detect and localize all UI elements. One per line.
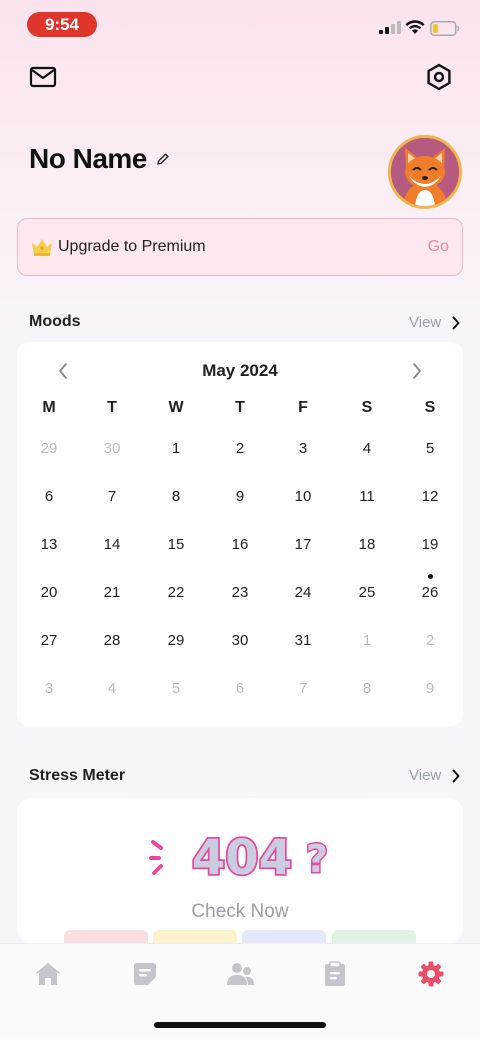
- calendar-day[interactable]: 13: [29, 536, 69, 553]
- calendar-day[interactable]: 21: [92, 584, 132, 601]
- mood-entry-dot: [428, 574, 433, 579]
- calendar-day[interactable]: 4: [92, 680, 132, 697]
- calendar-day[interactable]: 5: [156, 680, 196, 697]
- home-icon[interactable]: [34, 960, 62, 988]
- calendar-day[interactable]: 11: [347, 488, 387, 505]
- calendar-day[interactable]: 10: [283, 488, 323, 505]
- calendar-day[interactable]: 2: [410, 632, 450, 649]
- settings-icon[interactable]: [417, 960, 445, 988]
- stress-view-link[interactable]: View: [409, 767, 441, 784]
- chevron-right-icon[interactable]: [451, 316, 461, 330]
- calendar-day[interactable]: 9: [220, 488, 260, 505]
- calendar-day[interactable]: 28: [92, 632, 132, 649]
- calendar-day[interactable]: 9: [410, 680, 450, 697]
- community-icon[interactable]: [225, 960, 255, 988]
- calendar-day[interactable]: 2: [220, 440, 260, 457]
- calendar-day[interactable]: 7: [92, 488, 132, 505]
- calendar-day[interactable]: 25: [347, 584, 387, 601]
- weekday-label: S: [424, 399, 436, 416]
- mail-icon[interactable]: [28, 62, 58, 92]
- calendar-day[interactable]: 15: [156, 536, 196, 553]
- upgrade-premium-label: Upgrade to Premium: [58, 238, 206, 255]
- calendar-day[interactable]: 30: [92, 440, 132, 457]
- calendar-day[interactable]: 3: [29, 680, 69, 697]
- upgrade-premium-banner[interactable]: Upgrade to Premium Go: [17, 218, 463, 276]
- calendar-day[interactable]: 7: [283, 680, 323, 697]
- upgrade-go-button[interactable]: Go: [428, 238, 449, 256]
- chevron-right-icon[interactable]: [451, 769, 461, 783]
- calendar-day[interactable]: 1: [347, 632, 387, 649]
- calendar-day[interactable]: 30: [220, 632, 260, 649]
- moods-section-title: Moods: [29, 313, 81, 330]
- calendar-weekday-row: MTWTFSS: [17, 399, 463, 421]
- calendar-day[interactable]: 4: [347, 440, 387, 457]
- calendar-day[interactable]: 18: [347, 536, 387, 553]
- battery-icon: [430, 21, 460, 36]
- calendar-day[interactable]: 27: [29, 632, 69, 649]
- journal-icon[interactable]: [131, 960, 159, 988]
- weekday-label: F: [298, 399, 308, 416]
- stress-badge-text: 404: [192, 830, 292, 884]
- fox-avatar-icon: [391, 138, 459, 206]
- weekday-label: M: [42, 399, 56, 416]
- next-month-icon[interactable]: [411, 362, 423, 380]
- calendar-day[interactable]: 22: [156, 584, 196, 601]
- mood-calendar: May 2024 MTWTFSS 29 30 1 2 3 4 5 6 7 8 9 10 11 12 13 14…: [17, 342, 463, 726]
- calendar-day[interactable]: 12: [410, 488, 450, 505]
- status-time: 9:54: [27, 12, 97, 37]
- stress-meter-segment: [332, 930, 416, 943]
- stress-meter-segment: [153, 930, 237, 943]
- calendar-day[interactable]: 3: [283, 440, 323, 457]
- profile-name[interactable]: No Name: [29, 143, 147, 175]
- calendar-day[interactable]: 19: [410, 536, 450, 553]
- stress-meter-segment: [242, 930, 326, 943]
- calendar-day[interactable]: 17: [283, 536, 323, 553]
- calendar-day[interactable]: 16: [220, 536, 260, 553]
- settings-hexagon-icon[interactable]: [424, 62, 454, 92]
- calendar-day[interactable]: 23: [220, 584, 260, 601]
- wifi-icon: [405, 20, 425, 34]
- calendar-day[interactable]: 29: [156, 632, 196, 649]
- calendar-month-label: May 2024: [202, 361, 278, 380]
- crown-icon: [32, 239, 52, 256]
- calendar-day[interactable]: 5: [410, 440, 450, 457]
- cellular-signal-icon: [379, 21, 401, 34]
- stress-meter-card[interactable]: 404 ? Check Now: [17, 798, 463, 943]
- weekday-label: W: [168, 399, 184, 416]
- calendar-day[interactable]: 6: [29, 488, 69, 505]
- stress-404-badge: 404 ?: [149, 828, 330, 884]
- calendar-day[interactable]: 31: [283, 632, 323, 649]
- calendar-day[interactable]: 8: [156, 488, 196, 505]
- calendar-day[interactable]: 14: [92, 536, 132, 553]
- moods-view-link[interactable]: View: [409, 314, 441, 331]
- calendar-day[interactable]: 29: [29, 440, 69, 457]
- calendar-day[interactable]: 8: [347, 680, 387, 697]
- svg-text:?: ?: [306, 837, 328, 881]
- home-indicator: [154, 1022, 326, 1028]
- calendar-day[interactable]: 20: [29, 584, 69, 601]
- weekday-label: T: [235, 399, 245, 416]
- check-now-button[interactable]: Check Now: [17, 901, 463, 923]
- calendar-day[interactable]: 24: [283, 584, 323, 601]
- weekday-label: T: [107, 399, 117, 416]
- status-bar: 9:54: [0, 0, 480, 48]
- stress-meter-segment: [64, 930, 148, 943]
- clipboard-icon[interactable]: [321, 960, 349, 988]
- calendar-day[interactable]: 6: [220, 680, 260, 697]
- pencil-icon[interactable]: [156, 152, 170, 166]
- calendar-day[interactable]: 1: [156, 440, 196, 457]
- avatar[interactable]: [388, 135, 462, 209]
- calendar-day[interactable]: 26: [410, 584, 450, 601]
- stress-section-title: Stress Meter: [29, 767, 126, 784]
- weekday-label: S: [361, 399, 373, 416]
